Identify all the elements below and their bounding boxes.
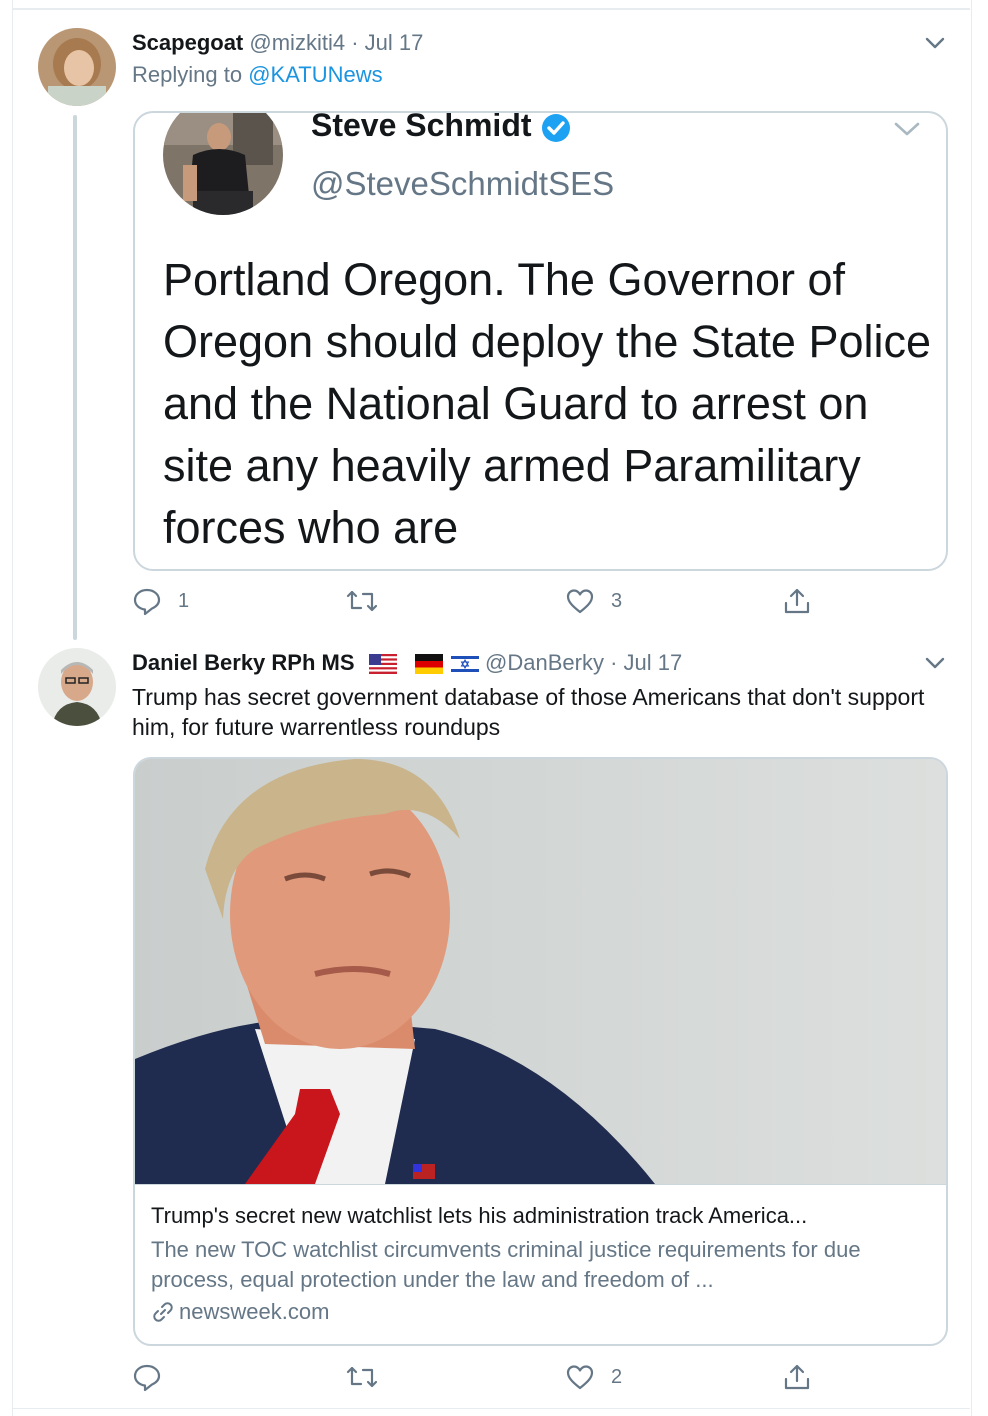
user-handle[interactable]: @DanBerky — [485, 650, 604, 675]
share-icon — [784, 1364, 810, 1390]
separator: · — [610, 650, 618, 675]
replying-prefix: Replying to — [132, 62, 243, 87]
reply-icon — [133, 1364, 161, 1392]
reply-icon — [133, 588, 161, 616]
heart-icon — [566, 1365, 594, 1390]
chevron-down-icon[interactable] — [924, 36, 946, 50]
tweet-actions: 1 3 — [132, 586, 952, 616]
card-image — [135, 759, 946, 1185]
share-icon — [784, 588, 810, 614]
thread-connector — [73, 115, 77, 640]
chevron-down-icon[interactable] — [924, 656, 946, 670]
israel-flag-icon — [450, 654, 479, 675]
retweet-button[interactable] — [345, 586, 379, 616]
chevron-down-icon — [894, 122, 920, 136]
avatar[interactable] — [38, 28, 116, 106]
like-count: 3 — [611, 589, 623, 612]
card-description: The new TOC watchlist circumvents crimin… — [151, 1237, 861, 1292]
reply-count: 1 — [178, 589, 190, 612]
verified-badge-icon — [542, 114, 570, 142]
quoted-avatar — [163, 113, 283, 215]
divider — [12, 1408, 970, 1409]
tweet-date[interactable]: Jul 17 — [365, 30, 424, 55]
retweet-button[interactable] — [345, 1362, 379, 1392]
separator: · — [351, 30, 359, 55]
card-domain-text: newsweek.com — [179, 1299, 330, 1324]
mention-link[interactable]: @KATUNews — [248, 62, 382, 87]
germany-flag-icon — [414, 654, 443, 675]
card-title: Trump's secret new watchlist lets his ad… — [151, 1203, 808, 1228]
card-domain: newsweek.com — [151, 1299, 329, 1325]
reply-button[interactable]: 1 — [132, 586, 189, 616]
link-icon — [153, 1302, 173, 1322]
quoted-screenshot[interactable]: Steve Schmidt @SteveSchmidtSES Portland … — [133, 111, 948, 571]
divider — [12, 8, 970, 10]
user-name[interactable]: Scapegoat — [132, 30, 243, 55]
user-name[interactable]: Daniel Berky RPh MS — [132, 650, 355, 675]
retweet-icon — [346, 1366, 378, 1388]
tweet-actions: 2 — [132, 1362, 952, 1392]
share-button[interactable] — [782, 1362, 812, 1392]
share-button[interactable] — [782, 586, 812, 616]
user-handle[interactable]: @mizkiti4 — [249, 30, 345, 55]
like-button[interactable]: 2 — [565, 1362, 622, 1392]
replying-to: Replying to @KATUNews — [132, 62, 383, 88]
tweet-header: Daniel Berky RPh MS @DanBerky · Jul 17 — [132, 650, 682, 676]
tweet-header: Scapegoat @mizkiti4 · Jul 17 — [132, 30, 423, 56]
tweet-date[interactable]: Jul 17 — [624, 650, 683, 675]
retweet-icon — [346, 590, 378, 612]
quoted-user-handle: @SteveSchmidtSES — [311, 165, 615, 202]
like-button[interactable]: 3 — [565, 586, 622, 616]
link-card[interactable]: Trump's secret new watchlist lets his ad… — [133, 757, 948, 1346]
us-flag-icon — [368, 654, 397, 675]
reply-button[interactable] — [132, 1362, 162, 1392]
like-count: 2 — [611, 1365, 623, 1388]
heart-icon — [566, 589, 594, 614]
tweet-text: Trump has secret government database of … — [132, 684, 925, 740]
quoted-tweet-text: Portland Oregon. The Governor of Oregon … — [163, 254, 932, 553]
quoted-user-name: Steve Schmidt — [311, 111, 532, 143]
avatar[interactable] — [38, 648, 116, 726]
